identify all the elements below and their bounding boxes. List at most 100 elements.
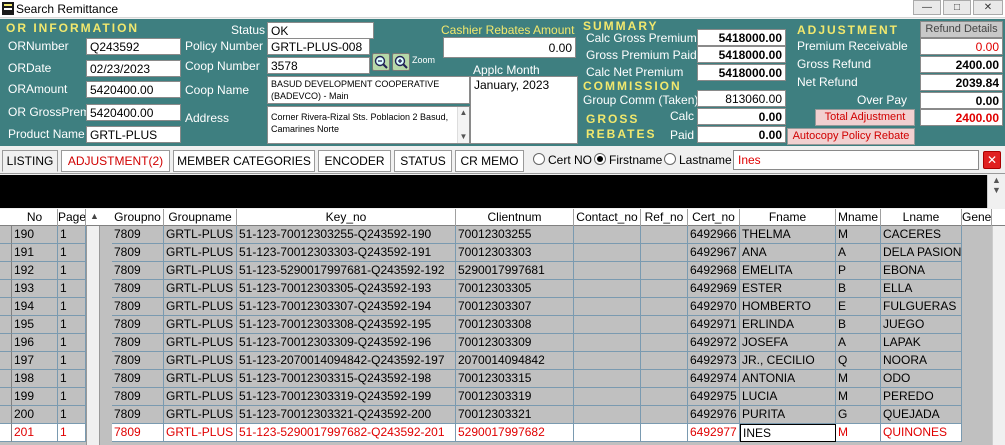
cell-key-no[interactable]: 51-123-70012303321-Q243592-200 bbox=[237, 406, 456, 424]
table-row[interactable]: 192 1 7809 GRTL-PLUS 51-123-5290017997681-Q2… bbox=[0, 262, 992, 280]
cell-no[interactable]: 196 bbox=[12, 334, 58, 352]
cell-mname[interactable]: M bbox=[836, 370, 881, 388]
table-row[interactable]: 193 1 7809 GRTL-PLUS 51-123-70012303305-Q243… bbox=[0, 280, 992, 298]
table-row[interactable]: 190 1 7809 GRTL-PLUS 51-123-70012303255-Q243… bbox=[0, 226, 992, 244]
column-header-ref-no[interactable]: Ref_no bbox=[641, 209, 688, 226]
cell-page[interactable]: 1 bbox=[58, 280, 86, 298]
cell-ref-no[interactable] bbox=[641, 244, 688, 262]
cell-mname[interactable]: E bbox=[836, 298, 881, 316]
cell-no[interactable]: 200 bbox=[12, 406, 58, 424]
cell-no[interactable]: 191 bbox=[12, 244, 58, 262]
cell-cert-no[interactable]: 6492967 bbox=[688, 244, 740, 262]
cell-page[interactable]: 1 bbox=[58, 352, 86, 370]
cell-mname[interactable]: B bbox=[836, 280, 881, 298]
cell-key-no[interactable]: 51-123-70012303255-Q243592-190 bbox=[237, 226, 456, 244]
cell-clientnum[interactable]: 70012303305 bbox=[456, 280, 574, 298]
row-indicator[interactable] bbox=[0, 424, 12, 442]
cell-fname[interactable]: ESTER bbox=[740, 280, 836, 298]
cell-mname[interactable]: M bbox=[836, 424, 881, 442]
cell-ref-no[interactable] bbox=[641, 298, 688, 316]
cell-fname[interactable]: JOSEFA bbox=[740, 334, 836, 352]
cell-mname[interactable]: P bbox=[836, 262, 881, 280]
table-row[interactable]: 199 1 7809 GRTL-PLUS 51-123-70012303319-Q243… bbox=[0, 388, 992, 406]
column-header-gene[interactable]: Gene bbox=[962, 209, 992, 226]
cell-lname[interactable]: ELLA bbox=[881, 280, 962, 298]
cell-page[interactable]: 1 bbox=[58, 262, 86, 280]
cell-contact-no[interactable] bbox=[574, 352, 641, 370]
close-window-button[interactable]: ✕ bbox=[973, 0, 1003, 15]
tab-cr-memo[interactable]: CR MEMO bbox=[455, 150, 524, 172]
column-header-fname[interactable]: Fname bbox=[740, 209, 836, 226]
cell-key-no[interactable]: 51-123-70012303308-Q243592-195 bbox=[237, 316, 456, 334]
table-row[interactable]: 200 1 7809 GRTL-PLUS 51-123-70012303321-Q243… bbox=[0, 406, 992, 424]
row-indicator[interactable] bbox=[0, 406, 12, 424]
cell-mname[interactable]: M bbox=[836, 226, 881, 244]
calc-net-field[interactable]: 5418000.00 bbox=[697, 64, 786, 81]
cell-contact-no[interactable] bbox=[574, 406, 641, 424]
cell-groupno[interactable]: 7809 bbox=[112, 316, 164, 334]
cell-clientnum[interactable]: 70012303308 bbox=[456, 316, 574, 334]
cell-groupname[interactable]: GRTL-PLUS bbox=[164, 316, 237, 334]
cell-key-no[interactable]: 51-123-5290017997681-Q243592-192 bbox=[237, 262, 456, 280]
cell-no[interactable]: 192 bbox=[12, 262, 58, 280]
rebates-paid-field[interactable]: 0.00 bbox=[697, 126, 786, 143]
column-header-lname[interactable]: Lname bbox=[881, 209, 962, 226]
cell-groupname[interactable]: GRTL-PLUS bbox=[164, 298, 237, 316]
cell-groupno[interactable]: 7809 bbox=[112, 424, 164, 442]
cell-contact-no[interactable] bbox=[574, 298, 641, 316]
calc-gross-field[interactable]: 5418000.00 bbox=[697, 29, 786, 46]
orgrossprem-field[interactable]: 5420400.00 bbox=[86, 104, 181, 121]
cell-key-no[interactable]: 51-123-70012303315-Q243592-198 bbox=[237, 370, 456, 388]
cell-contact-no[interactable] bbox=[574, 334, 641, 352]
cell-groupno[interactable]: 7809 bbox=[112, 298, 164, 316]
cell-groupname[interactable]: GRTL-PLUS bbox=[164, 280, 237, 298]
net-refund-field[interactable]: 2039.84 bbox=[920, 74, 1003, 91]
cell-lname[interactable]: CACERES bbox=[881, 226, 962, 244]
column-header-page[interactable]: Page bbox=[58, 209, 86, 226]
cell-no[interactable]: 190 bbox=[12, 226, 58, 244]
gross-refund-field[interactable]: 2400.00 bbox=[920, 56, 1003, 73]
cell-fname[interactable]: THELMA bbox=[740, 226, 836, 244]
cell-clientnum[interactable]: 70012303307 bbox=[456, 298, 574, 316]
cell-groupno[interactable]: 7809 bbox=[112, 280, 164, 298]
cell-cert-no[interactable]: 6492974 bbox=[688, 370, 740, 388]
cell-contact-no[interactable] bbox=[574, 424, 641, 442]
cell-lname[interactable]: QUEJADA bbox=[881, 406, 962, 424]
cell-page[interactable]: 1 bbox=[58, 244, 86, 262]
cell-page[interactable]: 1 bbox=[58, 316, 86, 334]
cell-groupname[interactable]: GRTL-PLUS bbox=[164, 406, 237, 424]
cell-clientnum[interactable]: 70012303303 bbox=[456, 244, 574, 262]
cell-cert-no[interactable]: 6492969 bbox=[688, 280, 740, 298]
cell-ref-no[interactable] bbox=[641, 262, 688, 280]
radio-firstname[interactable] bbox=[594, 153, 606, 165]
cell-contact-no[interactable] bbox=[574, 370, 641, 388]
coop-number-field[interactable]: 3578 bbox=[267, 57, 370, 74]
cell-ref-no[interactable] bbox=[641, 388, 688, 406]
tab-member-categories[interactable]: MEMBER CATEGORIES bbox=[173, 150, 315, 172]
cell-groupno[interactable]: 7809 bbox=[112, 352, 164, 370]
radio-lastname[interactable] bbox=[664, 153, 676, 165]
cell-lname[interactable]: ODO bbox=[881, 370, 962, 388]
cell-groupname[interactable]: GRTL-PLUS bbox=[164, 334, 237, 352]
autocopy-policy-rebate-button[interactable]: Autocopy Policy Rebate bbox=[787, 128, 915, 145]
cell-page[interactable]: 1 bbox=[58, 388, 86, 406]
cell-cert-no[interactable]: 6492971 bbox=[688, 316, 740, 334]
address-scrollbar[interactable]: ▲ ▼ bbox=[457, 107, 469, 143]
cell-lname[interactable]: FULGUERAS bbox=[881, 298, 962, 316]
column-header-clientnum[interactable]: Clientnum bbox=[456, 209, 574, 226]
cell-cert-no[interactable]: 6492977 bbox=[688, 424, 740, 442]
premium-receivable-field[interactable]: 0.00 bbox=[920, 38, 1003, 55]
cell-contact-no[interactable] bbox=[574, 244, 641, 262]
cell-fname[interactable]: ANA bbox=[740, 244, 836, 262]
cell-clientnum[interactable]: 5290017997681 bbox=[456, 262, 574, 280]
cell-ref-no[interactable] bbox=[641, 406, 688, 424]
cell-contact-no[interactable] bbox=[574, 388, 641, 406]
cell-groupno[interactable]: 7809 bbox=[112, 334, 164, 352]
cell-clientnum[interactable]: 70012303309 bbox=[456, 334, 574, 352]
column-header-groupname[interactable]: Groupname bbox=[164, 209, 237, 226]
cell-page[interactable]: 1 bbox=[58, 226, 86, 244]
cell-groupname[interactable]: GRTL-PLUS bbox=[164, 388, 237, 406]
cell-no[interactable]: 195 bbox=[12, 316, 58, 334]
address-field[interactable]: Corner Rivera-Rizal Sts. Poblacion 2 Bas… bbox=[267, 106, 470, 144]
column-header-no[interactable]: No bbox=[12, 209, 58, 226]
